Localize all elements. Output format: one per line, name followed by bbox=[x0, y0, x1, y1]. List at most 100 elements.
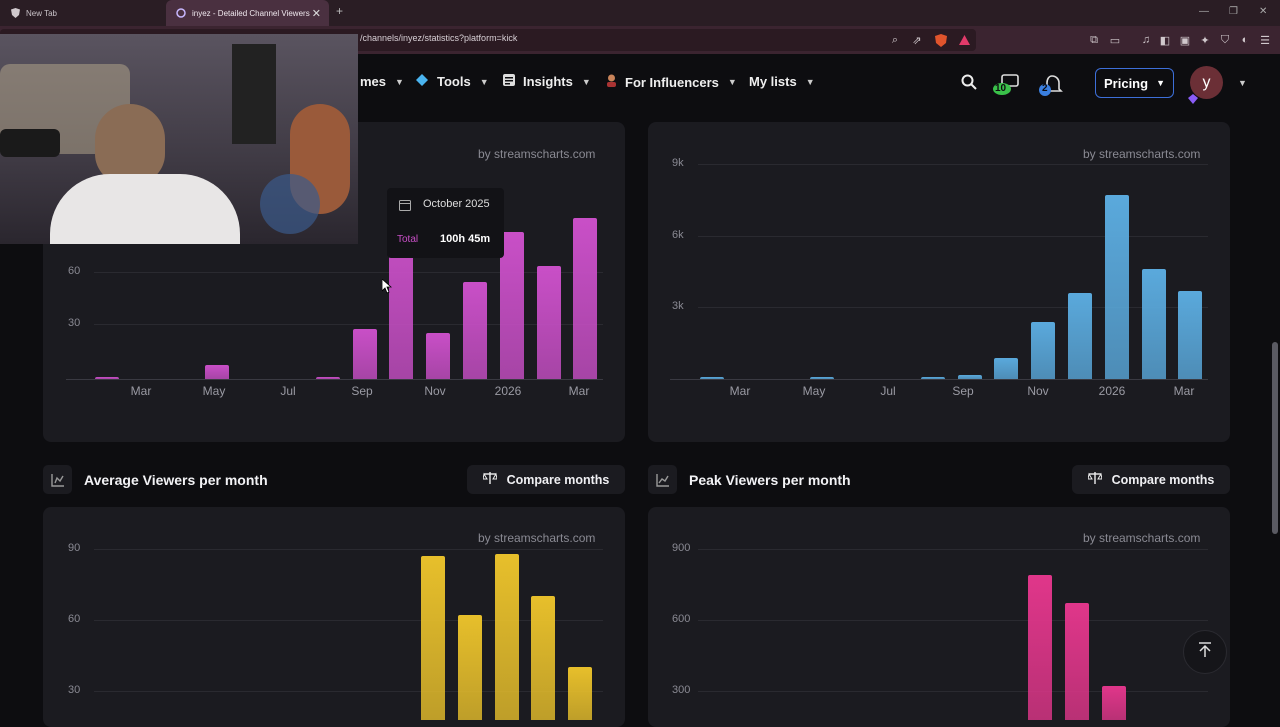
tooltip-value: 100h 45m bbox=[440, 233, 491, 245]
chart-bar bbox=[426, 332, 451, 379]
y-tick-label: 30 bbox=[68, 684, 81, 696]
watch-badge: 10 bbox=[995, 83, 1007, 94]
fishbowl-graphic bbox=[260, 174, 320, 234]
nav-my-lists[interactable]: My lists ▼ bbox=[749, 74, 815, 89]
diamond-icon bbox=[416, 74, 428, 89]
chart-bar bbox=[1028, 575, 1052, 720]
extensions-icon[interactable]: ⧉ bbox=[1087, 33, 1101, 47]
chevron-down-icon: ▼ bbox=[727, 77, 737, 87]
nav-insights[interactable]: Insights ▼ bbox=[503, 74, 591, 89]
chart-bar bbox=[810, 377, 835, 379]
shield-icon bbox=[10, 8, 20, 18]
gridline bbox=[94, 691, 603, 692]
compare-months-button[interactable]: Compare months bbox=[1072, 465, 1230, 494]
sidebar-icon[interactable]: ◧ bbox=[1158, 33, 1172, 47]
vpn-icon[interactable]: ⛉ bbox=[1218, 33, 1232, 47]
chart-bar bbox=[531, 596, 556, 720]
pricing-label: Pricing bbox=[1104, 75, 1149, 91]
wallet-icon[interactable]: ▣ bbox=[1178, 33, 1192, 47]
avatar-letter: y bbox=[1202, 73, 1211, 91]
chart-bar bbox=[700, 377, 724, 379]
gridline bbox=[698, 691, 1208, 692]
tab-inyez[interactable]: inyez - Detailed Channel Viewers ✕ bbox=[166, 0, 329, 26]
y-tick-label: 900 bbox=[672, 542, 691, 554]
chart-bar bbox=[205, 365, 230, 379]
zoom-icon[interactable]: ⌕ bbox=[888, 33, 902, 47]
gridline bbox=[698, 236, 1208, 237]
person-body-graphic bbox=[50, 174, 240, 244]
nav-for-influencers[interactable]: For Influencers ▼ bbox=[606, 74, 737, 90]
chevron-down-icon: ▼ bbox=[805, 76, 815, 87]
x-tick-label: May bbox=[202, 384, 226, 398]
brave-shield-icon[interactable] bbox=[934, 33, 948, 47]
chart-bar bbox=[457, 615, 482, 720]
minimize-icon[interactable]: — bbox=[1199, 6, 1209, 17]
x-tick-label: 2026 bbox=[494, 384, 522, 398]
poster-graphic bbox=[232, 44, 276, 144]
chart-bar bbox=[920, 377, 945, 379]
x-tick-label: Mar bbox=[729, 384, 751, 398]
x-tick-label: 2026 bbox=[1098, 384, 1126, 398]
search-icon[interactable] bbox=[961, 74, 977, 95]
chart-bar bbox=[1178, 290, 1203, 379]
page-scrollbar[interactable] bbox=[1272, 342, 1278, 534]
person-head-graphic bbox=[95, 104, 165, 184]
y-tick-label: 300 bbox=[672, 684, 691, 696]
chevron-down-icon: ▼ bbox=[1156, 78, 1165, 88]
premium-gem-icon bbox=[1188, 91, 1198, 104]
x-tick-label: Mar bbox=[1173, 384, 1195, 398]
x-tick-label: Mar bbox=[568, 384, 590, 398]
chart-credit: by streamscharts.com bbox=[478, 531, 596, 545]
gridline bbox=[94, 549, 603, 550]
tab-label: inyez - Detailed Channel Viewers bbox=[192, 8, 310, 18]
url-text[interactable]: /channels/inyez/statistics?platform=kick bbox=[360, 33, 517, 43]
chart-bar bbox=[494, 553, 519, 720]
bell-icon[interactable]: 2 bbox=[1038, 73, 1064, 99]
leo-icon[interactable]: ✦ bbox=[1198, 33, 1212, 47]
menu-icon[interactable]: ☰ bbox=[1258, 33, 1272, 47]
scroll-to-top-button[interactable] bbox=[1183, 630, 1227, 674]
nav-games[interactable]: mes ▼ bbox=[360, 74, 404, 89]
compare-months-button[interactable]: Compare months bbox=[467, 465, 625, 494]
tab-label: New Tab bbox=[26, 8, 57, 18]
x-tick-label: Sep bbox=[952, 384, 974, 398]
section-title: Average Viewers per month bbox=[84, 472, 268, 488]
nav-tools[interactable]: Tools ▼ bbox=[416, 74, 489, 89]
x-tick-label: Jul bbox=[880, 384, 896, 398]
compare-label: Compare months bbox=[506, 472, 610, 487]
rewards-icon[interactable] bbox=[957, 33, 971, 47]
chevron-down-icon[interactable]: ▼ bbox=[1238, 78, 1247, 88]
x-tick-label: May bbox=[802, 384, 826, 398]
nav-label: mes bbox=[360, 74, 387, 89]
chart-credit: by streamscharts.com bbox=[1083, 531, 1201, 545]
chart-bar bbox=[463, 281, 487, 379]
watch-icon[interactable]: 10 bbox=[992, 73, 1020, 97]
chevron-down-icon: ▼ bbox=[479, 76, 489, 87]
section-title: Peak Viewers per month bbox=[689, 472, 851, 488]
chart-bar bbox=[573, 218, 598, 379]
close-window-icon[interactable]: ✕ bbox=[1259, 6, 1267, 17]
chevron-down-icon: ▼ bbox=[395, 76, 404, 87]
y-tick-label: 30 bbox=[68, 317, 81, 329]
tab-new-tab[interactable]: New Tab bbox=[0, 0, 165, 26]
restore-icon[interactable]: ❐ bbox=[1229, 6, 1238, 17]
close-tab-icon[interactable]: ✕ bbox=[312, 7, 321, 20]
gridline bbox=[94, 272, 603, 273]
chart-bar bbox=[315, 377, 340, 379]
gridline bbox=[94, 324, 603, 325]
pricing-button[interactable]: Pricing ▼ bbox=[1095, 68, 1174, 98]
peak-chart-icon bbox=[648, 465, 677, 494]
streamscharts-icon bbox=[176, 8, 186, 18]
new-tab-button[interactable]: + bbox=[336, 4, 343, 18]
profile-icon[interactable]: ◐ bbox=[1238, 33, 1252, 47]
insights-icon bbox=[503, 74, 515, 89]
chart-tooltip: October 2025 Total 100h 45m bbox=[387, 188, 504, 258]
microphone-graphic bbox=[0, 129, 60, 157]
reader-icon[interactable]: ▭ bbox=[1108, 33, 1122, 47]
share-icon[interactable]: ⇗ bbox=[910, 33, 924, 47]
media-icon[interactable]: ♫ bbox=[1139, 33, 1153, 47]
avg-chart-icon bbox=[43, 465, 72, 494]
y-tick-label: 9k bbox=[672, 157, 684, 169]
x-axis-line bbox=[66, 379, 603, 380]
scale-icon bbox=[1086, 472, 1103, 487]
